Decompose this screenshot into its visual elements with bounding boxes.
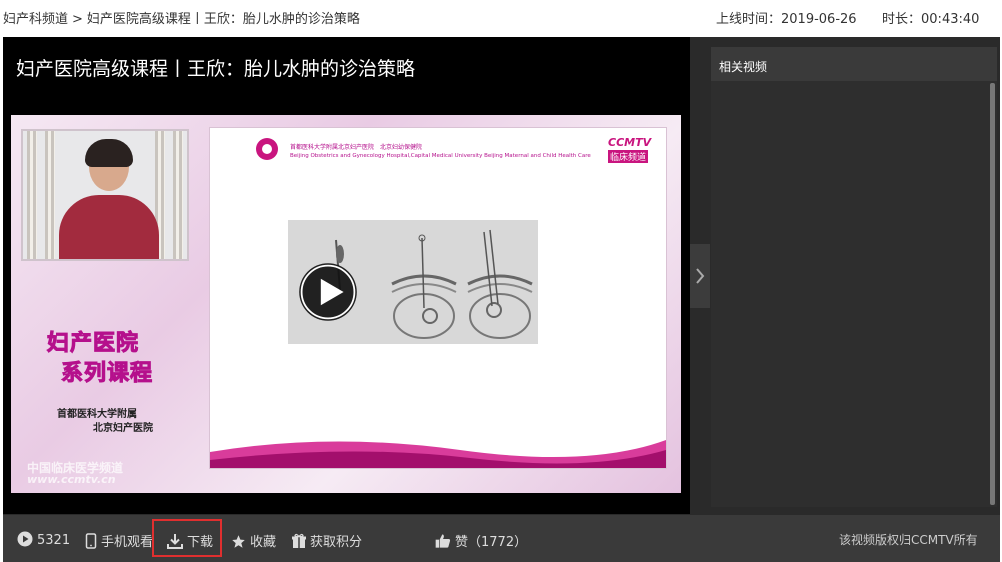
thumbs-up-icon — [435, 534, 451, 548]
video-player[interactable]: 妇产医院高级课程丨王欣：胎儿水肿的诊治策略 妇产医院 系列课程 首都医科大学附属… — [3, 37, 690, 514]
breadcrumb: 妇产科频道 > 妇产医院高级课程丨王欣：胎儿水肿的诊治策略 — [3, 8, 360, 27]
favorite-button[interactable]: 收藏 — [231, 531, 276, 550]
favorite-label: 收藏 — [250, 535, 277, 550]
like-button[interactable]: 赞（1772） — [435, 531, 527, 550]
duration-value: 00:43:40 — [921, 12, 980, 27]
copyright-notice: 该视频版权归CCMTV所有 — [839, 533, 978, 547]
download-label: 下载 — [187, 535, 214, 550]
breadcrumb-channel-link[interactable]: 妇产科频道 — [3, 12, 68, 27]
gift-icon — [292, 533, 306, 548]
download-button[interactable]: 下载 — [167, 531, 213, 550]
series-title-1: 妇产医院 — [46, 331, 140, 357]
video-title: 妇产医院高级课程丨王欣：胎儿水肿的诊治策略 — [16, 58, 416, 80]
breadcrumb-current[interactable]: 妇产医院高级课程丨王欣：胎儿水肿的诊治策略 — [87, 12, 360, 27]
mobile-icon — [85, 533, 97, 549]
star-icon — [232, 535, 245, 548]
decorative-wave — [210, 440, 666, 468]
top-bar: 妇产科频道 > 妇产医院高级课程丨王欣：胎儿水肿的诊治策略 上线时间：2019-06… — [0, 0, 1002, 34]
view-count-value: 5321 — [37, 533, 71, 548]
hospital-name-cn: 首都医科大学附属北京妇产医院 北京妇幼保健院 — [290, 144, 423, 151]
hospital-name-en: Beijing Obstetrics and Gynecology Hospit… — [290, 153, 591, 159]
medical-diagram — [288, 220, 538, 344]
related-videos-header: 相关视频 — [711, 47, 997, 81]
brand-logo: CCMTV — [608, 136, 652, 149]
hospital-logo — [256, 138, 278, 160]
institution-line-1: 首都医科大学附属 — [57, 409, 137, 420]
series-title-2: 系列课程 — [60, 361, 154, 387]
brand-sub: 临床频道 — [608, 150, 649, 163]
play-icon[interactable] — [298, 262, 358, 322]
mobile-watch-button[interactable]: 手机观看 — [85, 531, 153, 550]
institution-line-2: 北京妇产医院 — [93, 423, 153, 434]
watermark-url: www.ccmtv.cn — [27, 473, 116, 486]
related-videos-panel: 相关视频 — [711, 47, 997, 507]
video-frame: 妇产医院高级课程丨王欣：胎儿水肿的诊治策略 妇产医院 系列课程 首都医科大学附属… — [3, 37, 1000, 562]
chevron-right-icon — [696, 268, 705, 284]
upload-date: 上线时间：2019-06-26 — [716, 8, 857, 27]
related-videos-title: 相关视频 — [719, 60, 768, 74]
slide-page: 首都医科大学附属北京妇产医院 北京妇幼保健院 Beijing Obstetric… — [209, 127, 667, 469]
upload-label: 上线时间： — [716, 12, 782, 27]
like-label: 赞（1772） — [455, 535, 528, 550]
duration: 时长：00:43:40 — [882, 8, 979, 27]
breadcrumb-separator: > — [72, 12, 83, 27]
view-count: 5321 — [17, 531, 70, 548]
mobile-watch-label: 手机观看 — [101, 535, 154, 550]
play-circle-icon — [17, 531, 33, 547]
action-bar: 5321 手机观看 下载 收藏 获取积分 赞（1772） 该视频版权归CCMTV… — [3, 515, 1000, 562]
related-videos-scrollbar[interactable] — [990, 83, 995, 505]
download-icon — [167, 534, 183, 549]
video-slide: 妇产医院 系列课程 首都医科大学附属 北京妇产医院 中国临床医学频道 www.c… — [11, 115, 681, 493]
sidebar-toggle[interactable] — [690, 244, 710, 308]
earn-points-button[interactable]: 获取积分 — [292, 531, 362, 550]
earn-points-label: 获取积分 — [310, 535, 363, 550]
upload-date-value: 2019-06-26 — [781, 12, 857, 27]
duration-label: 时长： — [882, 12, 922, 27]
lecturer-video — [21, 129, 189, 261]
